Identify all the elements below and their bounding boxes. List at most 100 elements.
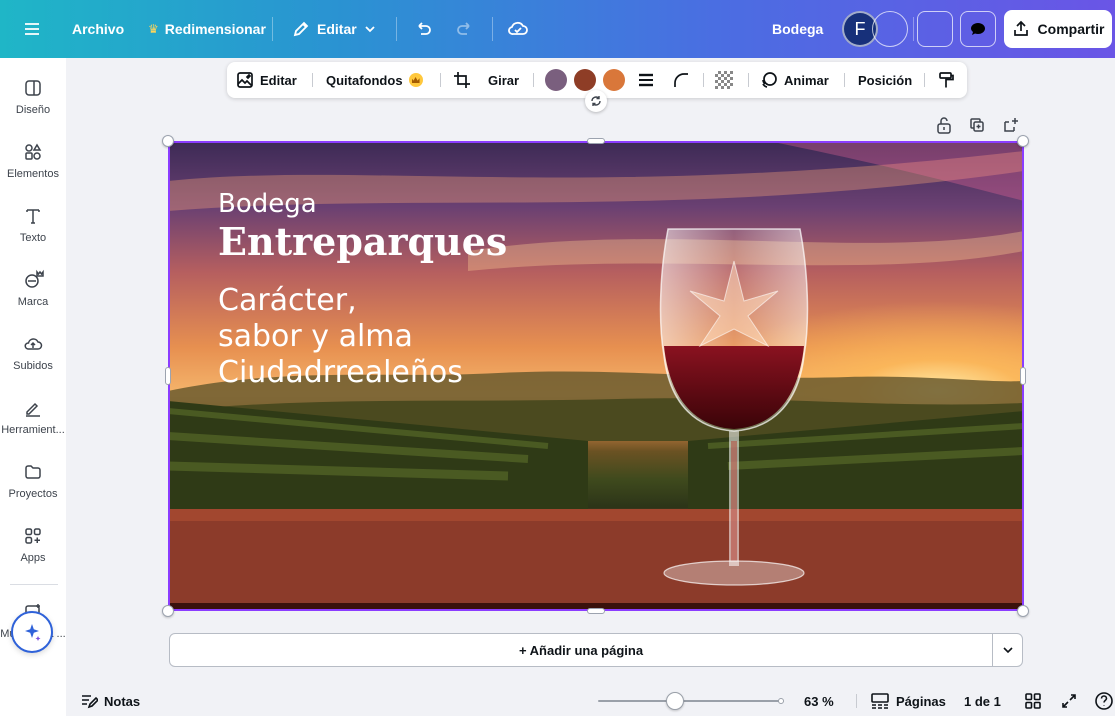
resize-label: Redimensionar	[164, 21, 266, 37]
share-label: Compartir	[1037, 21, 1105, 37]
project-title[interactable]: Bodega	[772, 0, 823, 58]
grid-view-button[interactable]	[1024, 686, 1042, 716]
border-style-button[interactable]	[637, 62, 655, 98]
magic-assistant-button[interactable]	[11, 611, 53, 653]
rotate-button[interactable]: Girar	[488, 62, 519, 98]
sidebar-item-design[interactable]: Diseño	[0, 78, 66, 116]
edit-mode-button[interactable]: Editar	[292, 0, 376, 58]
animate-button[interactable]: Animar	[760, 62, 829, 98]
bg-remover-label: Quitafondos	[326, 72, 403, 88]
sidebar-item-label: Subidos	[13, 360, 53, 372]
tagline-line: Ciudadrrealeños	[218, 355, 463, 390]
color-swatch-1[interactable]	[545, 69, 567, 91]
canvas-text-brand[interactable]: Entreparques	[218, 219, 507, 264]
rotate-icon	[591, 96, 601, 106]
edit-image-label: Editar	[260, 72, 297, 88]
rotate-handle[interactable]	[585, 90, 607, 112]
animate-icon	[762, 72, 777, 88]
resize-button[interactable]: ♛ Redimensionar	[148, 0, 266, 58]
resize-handle-top-right[interactable]	[1017, 135, 1029, 147]
fullscreen-button[interactable]	[1060, 686, 1078, 716]
lock-page-button[interactable]	[936, 115, 952, 135]
undo-button[interactable]	[413, 0, 433, 58]
duplicate-page-button[interactable]	[969, 115, 985, 135]
divider	[312, 73, 313, 87]
design-canvas[interactable]: Bodega Entreparques Carácter, sabor y al…	[168, 141, 1024, 611]
border-lines-icon	[639, 73, 653, 87]
add-page-button[interactable]: + Añadir una página	[169, 633, 993, 667]
pages-label: Páginas	[896, 693, 946, 709]
corner-rounding-button[interactable]	[672, 62, 690, 98]
canvas-text-bodega[interactable]: Bodega	[218, 189, 317, 219]
add-collaborator-button[interactable]	[872, 11, 908, 47]
apps-icon	[25, 528, 41, 544]
notes-button[interactable]: Notas	[80, 686, 140, 716]
bottom-bar: Notas 63 % Páginas 1 de 1	[66, 686, 1115, 716]
add-page-icon-button[interactable]	[1003, 115, 1019, 135]
zoom-level[interactable]: 63 %	[804, 686, 834, 716]
divider	[748, 73, 749, 87]
comments-button[interactable]	[960, 11, 996, 47]
resize-handle-bottom-right[interactable]	[1017, 605, 1029, 617]
divider	[924, 73, 925, 87]
sidebar-item-label: Apps	[20, 552, 46, 564]
hamburger-icon	[25, 23, 39, 35]
crown-icon	[408, 73, 423, 87]
divider	[703, 73, 704, 87]
divider	[440, 73, 441, 87]
cloud-save-button[interactable]	[507, 0, 529, 58]
cloud-check-icon	[508, 21, 528, 35]
divider	[396, 17, 397, 41]
transparency-icon[interactable]	[715, 71, 733, 89]
paint-roller-icon	[939, 72, 954, 88]
sidebar-divider	[10, 584, 58, 585]
zoom-slider-end	[778, 698, 784, 704]
color-swatch-3[interactable]	[603, 69, 625, 91]
crop-button[interactable]	[453, 62, 471, 98]
edit-image-button[interactable]: Editar	[236, 62, 297, 98]
upload-cloud-icon	[24, 338, 43, 350]
resize-handle-top-left[interactable]	[162, 135, 174, 147]
sparkle-icon	[25, 624, 41, 641]
add-page-dropdown[interactable]	[992, 633, 1023, 667]
undo-icon	[418, 22, 431, 35]
sidebar-item-label: Elementos	[7, 168, 59, 180]
position-button[interactable]: Posición	[858, 62, 912, 98]
sidebar-item-elements[interactable]: Elementos	[0, 142, 66, 180]
sidebar-item-apps[interactable]: Apps	[0, 526, 66, 564]
canvas-text-tagline[interactable]: Carácter, sabor y alma Ciudadrrealeños	[218, 283, 463, 391]
share-button[interactable]: Compartir	[1004, 10, 1112, 48]
pages-button[interactable]: Páginas	[870, 686, 946, 716]
zoom-slider-track[interactable]	[598, 700, 782, 702]
folder-icon	[25, 465, 41, 479]
pencil-icon	[293, 21, 309, 37]
resize-handle-bottom-left[interactable]	[162, 605, 174, 617]
insights-button[interactable]	[917, 11, 953, 47]
animate-label: Animar	[784, 72, 829, 88]
page-counter[interactable]: 1 de 1	[964, 686, 1001, 716]
add-page-icon	[1004, 118, 1018, 132]
file-menu-button[interactable]: Archivo	[72, 0, 124, 58]
sidebar-item-projects[interactable]: Proyectos	[0, 462, 66, 500]
sidebar-item-tools[interactable]: Herramient...	[0, 398, 66, 436]
copy-style-button[interactable]	[937, 62, 955, 98]
resize-handle-left[interactable]	[165, 367, 171, 385]
expand-icon	[1062, 694, 1076, 708]
resize-handle-right[interactable]	[1020, 367, 1026, 385]
resize-handle-top[interactable]	[587, 138, 605, 144]
sidebar-item-label: Texto	[19, 232, 47, 244]
edit-mode-label: Editar	[317, 21, 357, 37]
help-button[interactable]	[1094, 686, 1114, 716]
color-swatch-2[interactable]	[574, 69, 596, 91]
comment-icon	[971, 23, 985, 35]
sidebar-item-uploads[interactable]: Subidos	[0, 334, 66, 372]
sidebar-item-brand[interactable]: Marca	[0, 268, 66, 308]
plus-icon	[884, 23, 896, 35]
bg-remover-button[interactable]: Quitafondos	[326, 62, 423, 98]
redo-button[interactable]	[455, 0, 475, 58]
sidebar-item-label: Herramient...	[1, 424, 65, 436]
menu-button[interactable]	[22, 0, 42, 58]
resize-handle-bottom[interactable]	[587, 608, 605, 614]
zoom-slider-thumb[interactable]	[666, 692, 685, 710]
sidebar-item-text[interactable]: Texto	[0, 206, 66, 244]
